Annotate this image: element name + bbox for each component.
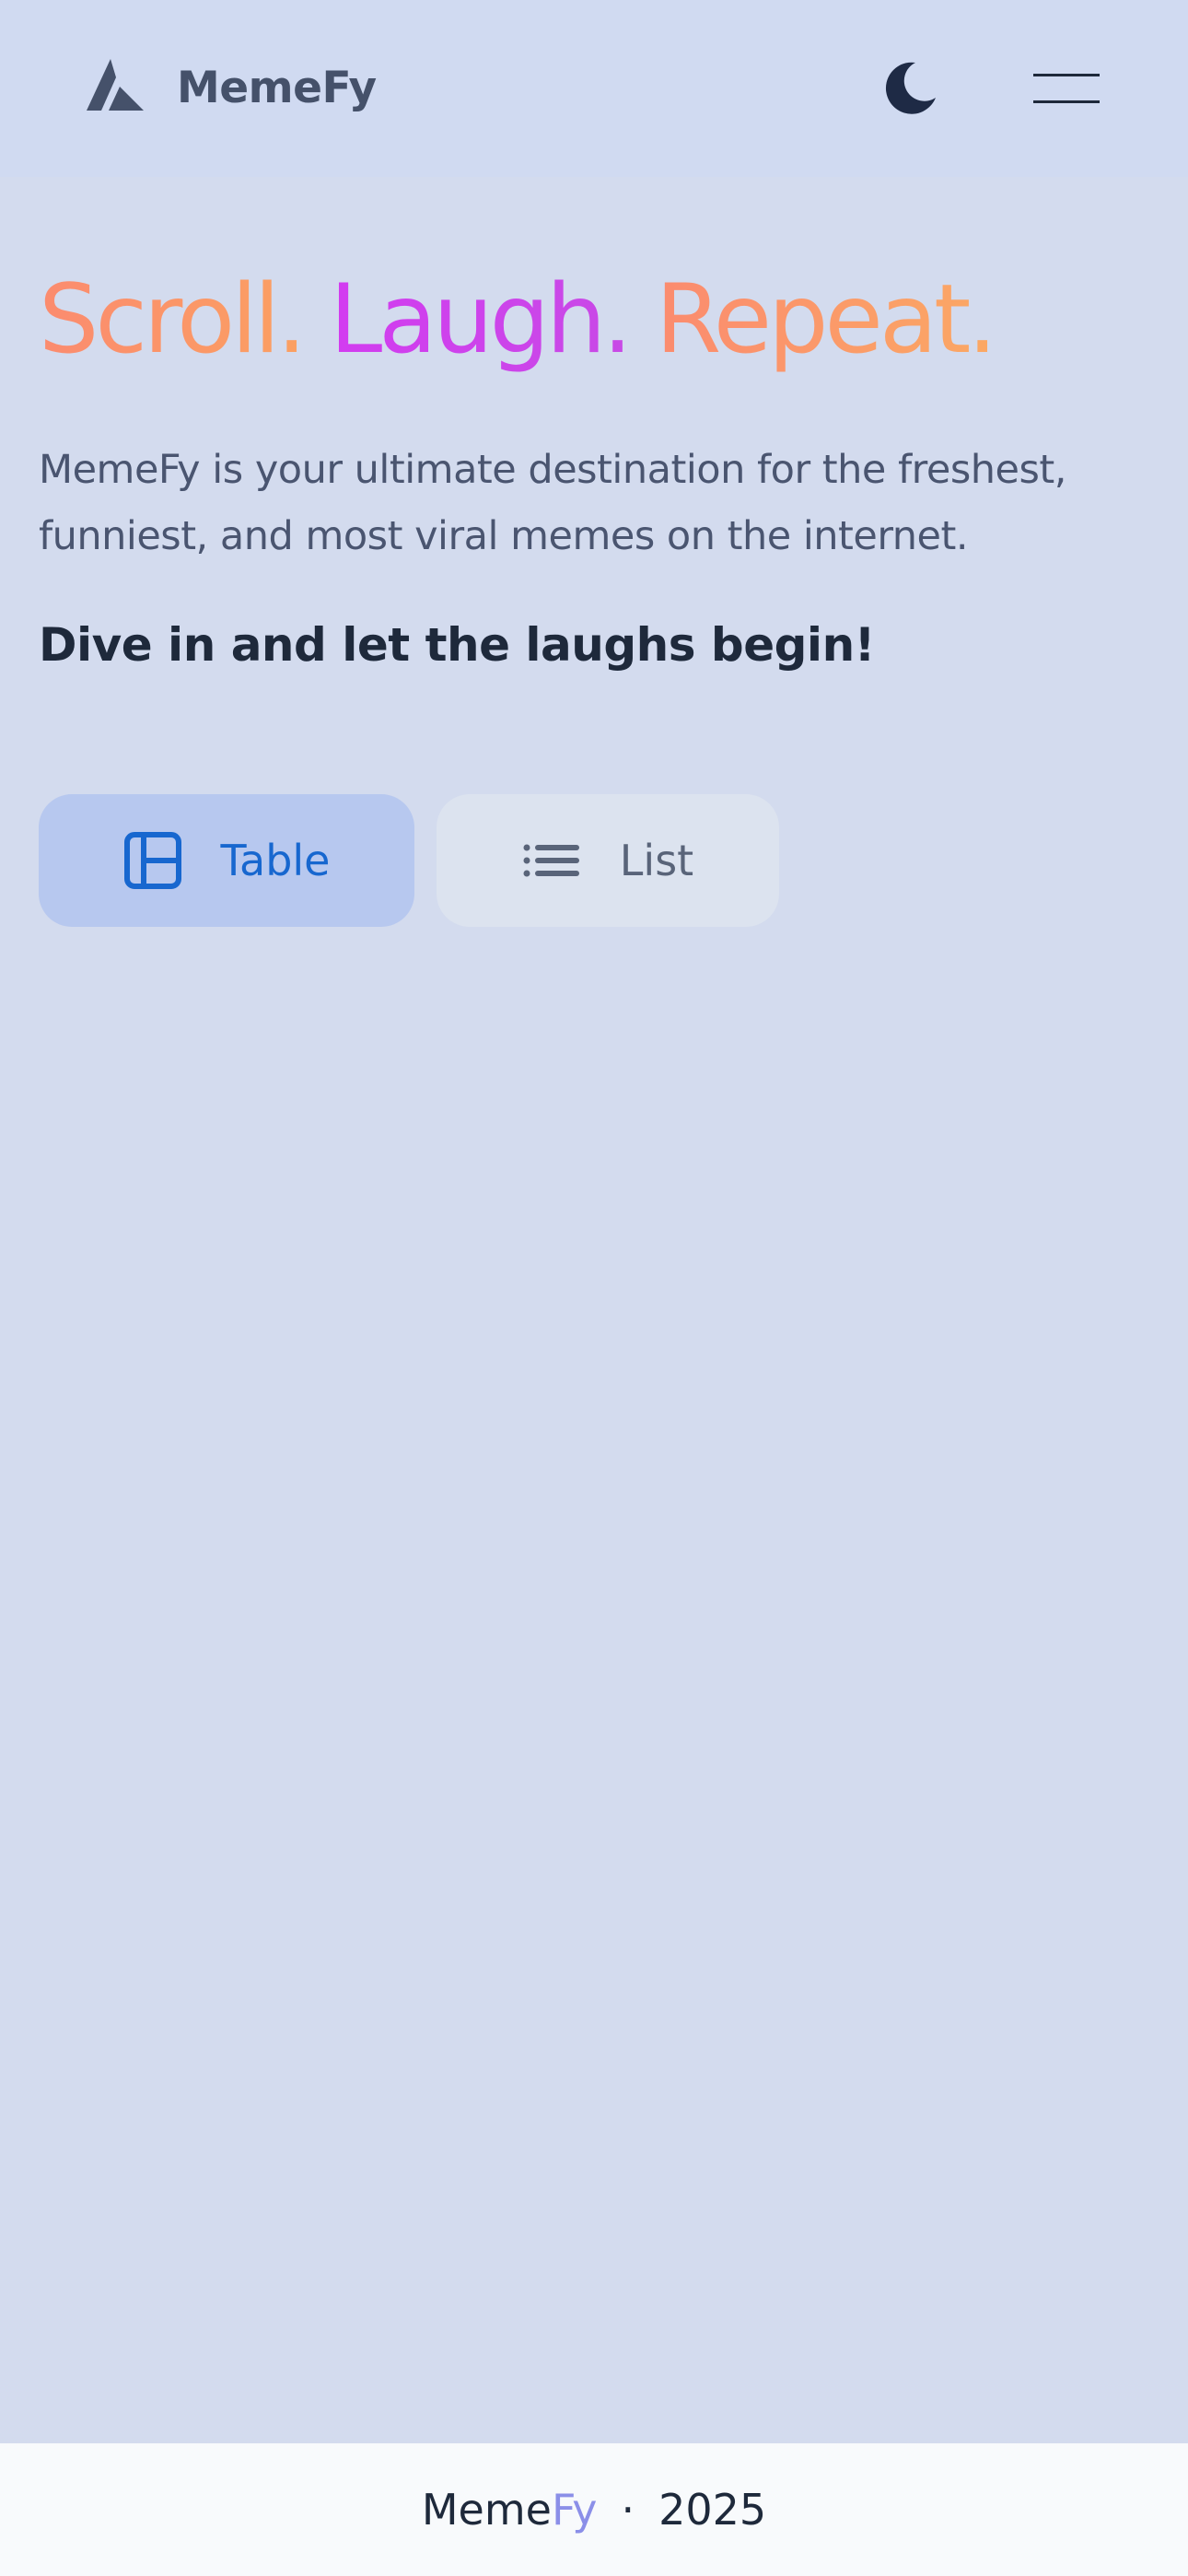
list-view-button[interactable]: List	[437, 794, 779, 927]
table-view-label: Table	[220, 836, 331, 885]
table-view-button[interactable]: Table	[39, 794, 414, 927]
hero-title: Scroll. Laugh. Repeat.	[39, 260, 997, 380]
hero-title-laugh: Laugh.	[329, 264, 633, 375]
hamburger-menu-icon[interactable]	[1022, 59, 1100, 118]
hero-title-scroll: Scroll.	[39, 264, 307, 375]
footer-separator: ·	[621, 2485, 635, 2535]
hero-description: MemeFy is your ultimate destination for …	[39, 447, 1066, 559]
table-layout-icon	[123, 832, 181, 889]
app-header: MemeFy	[0, 0, 1188, 177]
triangle-logo-icon	[87, 59, 144, 111]
footer-brand-fy: Fy	[551, 2485, 598, 2535]
footer-year: 2025	[658, 2485, 767, 2535]
list-icon	[523, 844, 579, 877]
list-view-label: List	[619, 836, 694, 885]
hero-title-repeat: Repeat.	[655, 264, 997, 375]
footer-brand-meme: Meme	[421, 2485, 552, 2535]
brand-name[interactable]: MemeFy	[177, 59, 377, 118]
hero-tagline: Dive in and let the laughs begin!	[39, 618, 875, 672]
moon-icon[interactable]	[879, 59, 938, 118]
app-footer: Meme Fy · 2025	[0, 2443, 1188, 2576]
